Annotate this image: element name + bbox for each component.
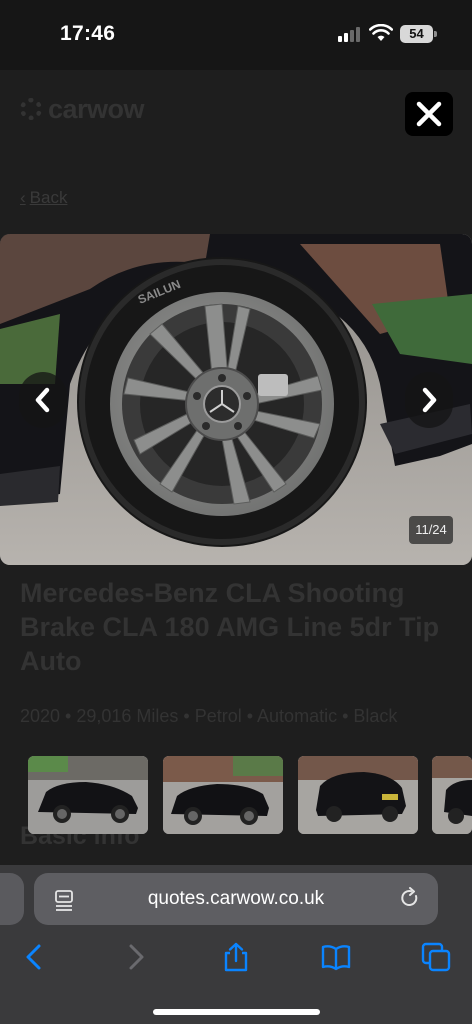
wifi-icon bbox=[369, 24, 393, 41]
bookmarks-icon[interactable] bbox=[320, 941, 352, 973]
share-icon[interactable] bbox=[220, 941, 252, 973]
close-icon bbox=[416, 101, 442, 127]
reload-icon[interactable] bbox=[399, 887, 421, 909]
car-thumbnail-image bbox=[163, 756, 283, 834]
logo-text: carwow bbox=[48, 93, 145, 124]
carwow-logo-icon bbox=[20, 98, 42, 120]
car-thumbnail-image bbox=[432, 756, 472, 834]
back-link-label: Back bbox=[29, 188, 68, 207]
browser-forward-icon[interactable] bbox=[120, 941, 152, 973]
battery-tip bbox=[434, 31, 437, 37]
gallery-thumbnail[interactable] bbox=[28, 756, 148, 834]
chevron-right-icon bbox=[422, 387, 437, 413]
gallery-main-image[interactable]: SAILUN bbox=[0, 234, 472, 565]
chevron-left-icon bbox=[35, 387, 50, 413]
signal-icon bbox=[338, 26, 362, 42]
status-time: 17:46 bbox=[60, 22, 116, 45]
browser-back-icon[interactable] bbox=[18, 941, 50, 973]
gallery-prev-button[interactable] bbox=[19, 372, 67, 428]
gallery-next-button[interactable] bbox=[405, 372, 453, 428]
browser-toolbar: quotes.carwow.co.uk bbox=[0, 865, 472, 1024]
car-title: Mercedes-Benz CLA Shooting Brake CLA 180… bbox=[20, 578, 440, 676]
car-thumbnail-image bbox=[298, 756, 418, 834]
url-text: quotes.carwow.co.uk bbox=[147, 888, 325, 909]
gallery-thumbnail[interactable] bbox=[163, 756, 283, 834]
gallery-thumbnail[interactable] bbox=[298, 756, 418, 834]
address-bar[interactable]: quotes.carwow.co.uk bbox=[34, 873, 438, 925]
carwow-logo: carwow bbox=[20, 93, 145, 124]
home-indicator bbox=[153, 1009, 320, 1015]
car-wheel-photo: SAILUN bbox=[0, 234, 472, 565]
close-button[interactable] bbox=[405, 92, 453, 136]
car-thumbnail-image bbox=[28, 756, 148, 834]
status-bar: 17:46 54 bbox=[0, 0, 472, 70]
back-chevron-icon: ‹ bbox=[20, 188, 26, 207]
battery-indicator: 54 bbox=[400, 25, 433, 43]
back-link[interactable]: ‹ Back bbox=[20, 188, 67, 208]
tabs-icon[interactable] bbox=[420, 941, 452, 973]
gallery-counter: 11/24 bbox=[409, 516, 453, 544]
previous-tab-peek[interactable] bbox=[0, 873, 24, 925]
gallery-thumbnail[interactable] bbox=[432, 756, 472, 834]
car-specs: 2020 • 29,016 Miles • Petrol • Automatic… bbox=[20, 706, 398, 726]
